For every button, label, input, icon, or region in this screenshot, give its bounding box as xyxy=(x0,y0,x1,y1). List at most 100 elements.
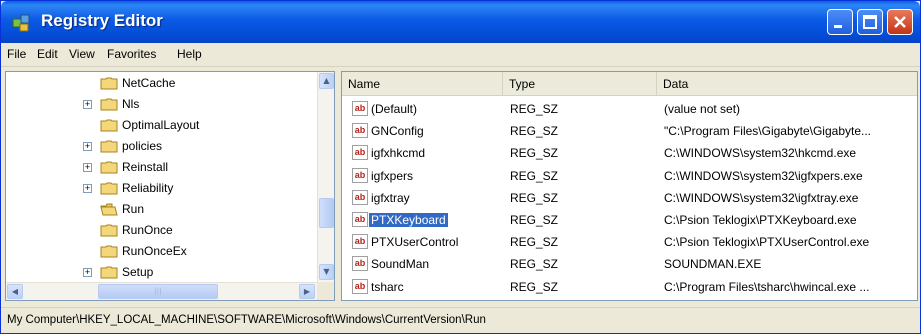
menu-help[interactable]: Help xyxy=(177,47,202,61)
tree-item[interactable]: + Reliability xyxy=(6,179,316,200)
value-type: REG_SZ xyxy=(510,168,559,183)
values-list-pane[interactable]: Name Type Data ab (Default) REG_SZ (value n… xyxy=(341,71,918,301)
value-type: REG_SZ xyxy=(510,213,559,227)
string-value-icon: ab xyxy=(352,212,368,227)
expand-toggle[interactable]: + xyxy=(83,100,92,109)
value-name: igfxhkcmd xyxy=(371,146,426,161)
registry-value-row[interactable]: ab igfxpers REG_SZ C:\WINDOWS\system32\igfx… xyxy=(342,165,917,187)
value-name: GNConfig xyxy=(371,124,424,139)
value-type: REG_SZ xyxy=(510,146,559,161)
maximize-icon xyxy=(863,15,877,29)
registry-value-row[interactable]: ab GNConfig REG_SZ "C:\Program Files\Gigaby… xyxy=(342,120,917,142)
expand-toggle[interactable]: + xyxy=(83,163,92,172)
minimize-button[interactable] xyxy=(827,9,853,35)
close-icon xyxy=(894,16,906,28)
tree-item[interactable]: RunOnceEx xyxy=(6,242,316,263)
expand-toggle[interactable]: + xyxy=(83,184,92,193)
close-button[interactable] xyxy=(887,9,913,35)
value-type: REG_SZ xyxy=(510,235,559,250)
maximize-button[interactable] xyxy=(857,9,883,35)
tree-vertical-scrollbar[interactable]: ▲ ▼ xyxy=(317,72,334,282)
key-tree-pane[interactable]: NetCache + Nls OptimalLayout + policies + Reins… xyxy=(5,71,335,301)
registry-value-row[interactable]: ab PTXKeyboard REG_SZ C:\Psion Teklogix\PTX… xyxy=(342,209,917,231)
tree-item-label: policies xyxy=(122,139,163,153)
tree-item[interactable]: Run xyxy=(6,200,316,221)
value-name: (Default) xyxy=(371,102,418,116)
value-name: PTXUserControl xyxy=(371,235,459,250)
tree-item-label: Setup xyxy=(122,265,154,279)
string-value-icon: ab xyxy=(352,278,368,294)
tree-item-label: NetCache xyxy=(122,76,176,90)
string-value-icon: ab xyxy=(352,167,368,183)
registry-value-row[interactable]: ab igfxtray REG_SZ C:\WINDOWS\system32\igfx… xyxy=(342,187,917,209)
value-type: REG_SZ xyxy=(510,124,559,139)
scroll-thumb[interactable] xyxy=(319,198,334,228)
scroll-down-button[interactable]: ▼ xyxy=(319,264,334,280)
tree-item-label: RunOnceEx xyxy=(122,244,187,258)
value-data: C:\Program Files\tsharc\hwincal.exe ... xyxy=(664,279,870,294)
value-data: C:\WINDOWS\system32\igfxpers.exe xyxy=(664,168,863,183)
tree-item[interactable]: RunOnce xyxy=(6,221,316,242)
value-type: REG_SZ xyxy=(510,279,559,294)
string-value-icon: ab xyxy=(352,256,368,272)
menu-view[interactable]: View xyxy=(69,47,95,61)
column-header-type[interactable]: Type xyxy=(503,72,657,95)
value-data: (value not set) xyxy=(664,102,741,116)
value-data: SOUNDMAN.EXE xyxy=(664,257,762,272)
value-data: C:\Psion Teklogix\PTXKeyboard.exe xyxy=(664,213,857,227)
scroll-left-button[interactable]: ◀ xyxy=(7,284,23,299)
tree-horizontal-scrollbar[interactable]: ◀ ||| ▶ xyxy=(6,282,317,300)
value-data: "C:\Program Files\Gigabyte\Gigabyte... xyxy=(664,124,872,139)
string-value-icon: ab xyxy=(352,145,368,161)
column-header-name[interactable]: Name xyxy=(342,72,503,95)
tree-item-label: Run xyxy=(122,202,145,216)
folder-icon xyxy=(100,245,118,258)
value-name: SoundMan xyxy=(371,257,430,272)
string-value-icon: ab xyxy=(352,234,368,250)
list-header: Name Type Data xyxy=(342,72,917,96)
registry-value-row[interactable]: ab (Default) REG_SZ (value not set) xyxy=(342,98,917,120)
tree-item[interactable]: + Nls xyxy=(6,95,316,116)
status-key-path: My Computer\HKEY_LOCAL_MACHINE\SOFTWARE\… xyxy=(7,314,486,326)
tree-item[interactable]: OptimalLayout xyxy=(6,116,316,137)
scroll-right-button[interactable]: ▶ xyxy=(299,284,315,299)
registry-editor-icon xyxy=(12,14,30,32)
string-value-icon: ab xyxy=(352,123,368,139)
value-data: C:\WINDOWS\system32\hkcmd.exe xyxy=(664,146,857,161)
scroll-up-button[interactable]: ▲ xyxy=(319,73,334,89)
registry-value-row[interactable]: ab SoundMan REG_SZ SOUNDMAN.EXE xyxy=(342,253,917,275)
folder-icon xyxy=(100,266,118,279)
value-data: C:\Psion Teklogix\PTXUserControl.exe xyxy=(664,235,870,250)
registry-value-row[interactable]: ab PTXUserControl REG_SZ C:\Psion Teklogix\… xyxy=(342,231,917,253)
folder-icon xyxy=(100,140,118,153)
horizontal-scroll-thumb[interactable]: ||| xyxy=(98,284,218,299)
expand-toggle[interactable]: + xyxy=(83,268,92,277)
value-name: tsharc xyxy=(371,279,404,294)
column-header-data[interactable]: Data xyxy=(657,72,917,95)
registry-value-row[interactable]: ab igfxhkcmd REG_SZ C:\WINDOWS\system32\hkc… xyxy=(342,142,917,164)
title-bar[interactable]: Registry Editor xyxy=(1,1,920,43)
tree-item[interactable]: NetCache xyxy=(6,74,316,95)
expand-toggle[interactable]: + xyxy=(83,142,92,151)
menu-edit[interactable]: Edit xyxy=(37,47,58,61)
registry-value-row[interactable]: ab tsharc REG_SZ C:\Program Files\tsharc\hw… xyxy=(342,276,917,298)
open-folder-icon xyxy=(100,203,118,216)
folder-icon xyxy=(100,77,118,90)
string-value-icon: ab xyxy=(352,189,368,205)
value-type: REG_SZ xyxy=(510,257,559,272)
menu-favorites[interactable]: Favorites xyxy=(107,47,156,61)
tree-item-label: OptimalLayout xyxy=(122,118,200,132)
value-type: REG_SZ xyxy=(510,190,559,205)
tree-item[interactable]: + policies xyxy=(6,137,316,158)
folder-icon xyxy=(100,224,118,237)
tree-item[interactable]: + Setup xyxy=(6,263,316,284)
tree-item-label: Nls xyxy=(122,97,140,111)
value-name: igfxtray xyxy=(371,190,410,205)
value-name: igfxpers xyxy=(371,168,414,183)
scrollbar-corner xyxy=(317,282,334,300)
folder-icon xyxy=(100,182,118,195)
value-type: REG_SZ xyxy=(510,102,559,116)
folder-icon xyxy=(100,161,118,174)
tree-item[interactable]: + Reinstall xyxy=(6,158,316,179)
menu-file[interactable]: File xyxy=(7,47,26,61)
